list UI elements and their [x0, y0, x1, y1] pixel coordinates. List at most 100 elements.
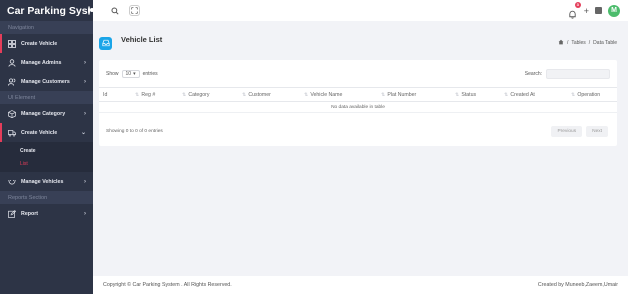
chevron-right-icon: ›: [84, 110, 86, 117]
chevron-right-icon: ›: [84, 210, 86, 217]
sidebar-item-manage-admins[interactable]: Manage Admins ›: [0, 53, 93, 72]
column-header-label: Category: [188, 91, 210, 98]
table-row: No data available in table: [99, 101, 617, 113]
sidebar-item-label: Create Vehicle: [21, 40, 58, 47]
table-header-row: Id ⇅ Reg # ⇅ Category ⇅ Customer ⇅ Vehicle Name ⇅…: [99, 87, 617, 102]
sidebar-item-label: Manage Customers: [21, 78, 70, 85]
section-header-navigation: Navigation: [0, 21, 93, 34]
column-header[interactable]: ⇅ Customer: [238, 87, 300, 102]
sort-icon: ⇅: [242, 91, 247, 98]
sort-icon: ⇅: [571, 91, 576, 98]
pagination: Previous Next: [551, 125, 608, 137]
column-header-label: Plat Number: [387, 91, 417, 98]
search-icon[interactable]: [110, 6, 120, 16]
submenu-item-list[interactable]: List: [0, 157, 93, 170]
search-label: Search:: [524, 71, 542, 77]
sidebar: Car Parking Sys Navigation Create Vehicl…: [0, 0, 94, 294]
table-footer: Showing 0 to 0 of 0 entries Previous Nex…: [106, 125, 608, 137]
submenu-item-create[interactable]: Create: [0, 144, 93, 157]
chevron-right-icon: ›: [84, 178, 86, 185]
vehicle-list-card: Show 10 ▾ entries Search: Id ⇅ Reg # ⇅ Categ…: [99, 60, 617, 146]
sidebar-item-label: Create Vehicle: [21, 129, 58, 136]
column-header-label: Customer: [248, 91, 271, 98]
sort-icon: ⇅: [182, 91, 187, 98]
column-header-label: Status: [461, 91, 477, 98]
column-header[interactable]: ⇅ Created At: [500, 87, 567, 102]
column-header[interactable]: Id: [99, 87, 131, 102]
sort-icon: ⇅: [455, 91, 460, 98]
next-button[interactable]: Next: [586, 125, 608, 137]
entries-label: entries: [142, 71, 158, 77]
smile-icon: [8, 178, 16, 186]
page-title: Vehicle List: [121, 35, 163, 44]
chevron-down-icon: ▾: [133, 71, 136, 77]
home-icon[interactable]: [558, 39, 564, 47]
section-header-ui-element: UI Element: [0, 91, 93, 104]
breadcrumb: / Tables / Data Table: [558, 39, 617, 47]
entries-select-value: 10: [125, 71, 132, 77]
column-header[interactable]: ⇅ Operation: [567, 87, 617, 102]
sort-icon: ⇅: [381, 91, 386, 98]
breadcrumb-tables[interactable]: Tables: [571, 40, 585, 46]
fullscreen-icon[interactable]: [129, 5, 140, 16]
breadcrumb-current: Data Table: [593, 40, 617, 46]
breadcrumb-separator: /: [566, 40, 569, 46]
sort-icon: ⇅: [304, 91, 309, 98]
section-header-reports: Reports Section: [0, 191, 93, 204]
breadcrumb-separator: /: [588, 40, 591, 46]
table-info: Showing 0 to 0 of 0 entries: [106, 128, 163, 134]
entries-select[interactable]: 10 ▾: [121, 70, 140, 78]
sidebar-item-create-vehicle[interactable]: Create Vehicle ⌄: [0, 123, 93, 142]
column-header[interactable]: ⇅ Plat Number: [377, 87, 451, 102]
table-controls: Show 10 ▾ entries Search:: [106, 69, 610, 79]
topbar: 3 + M: [93, 0, 628, 21]
chevron-down-icon: ⌄: [80, 130, 86, 136]
copyright-text: Copyright © Car Parking System . All Rig…: [103, 282, 232, 288]
column-header[interactable]: ⇅ Vehicle Name: [300, 87, 377, 102]
chevron-right-icon: ›: [84, 78, 86, 85]
truck-icon: [8, 129, 16, 137]
sidebar-item-report[interactable]: Report ›: [0, 204, 93, 223]
column-header-label: Vehicle Name: [310, 91, 343, 98]
edit-icon: [8, 209, 16, 218]
avatar[interactable]: M: [608, 4, 620, 17]
column-header-label: Created At: [510, 91, 535, 98]
sidebar-toggle-icon[interactable]: [87, 6, 94, 15]
sidebar-item-manage-category[interactable]: Manage Category ›: [0, 104, 93, 123]
column-header-label: Operation: [577, 91, 601, 98]
search-input[interactable]: [546, 69, 610, 79]
submenu-create-vehicle: Create List: [0, 142, 93, 172]
box-icon: [8, 109, 16, 118]
sort-icon: ⇅: [135, 91, 140, 98]
brand-bar: Car Parking Sys: [0, 0, 94, 21]
notification-bell-icon[interactable]: 3: [568, 1, 581, 19]
users-icon: [8, 77, 16, 86]
page-footer: Copyright © Car Parking System . All Rig…: [93, 276, 628, 294]
add-icon[interactable]: +: [584, 6, 589, 16]
column-header-label: Reg #: [141, 91, 156, 98]
previous-button[interactable]: Previous: [551, 125, 583, 137]
sidebar-item-create-vehicle-top[interactable]: Create Vehicle: [0, 34, 93, 53]
data-table: Id ⇅ Reg # ⇅ Category ⇅ Customer ⇅ Vehicle Name ⇅…: [99, 87, 617, 113]
empty-message: No data available in table: [99, 101, 617, 113]
user-icon: [8, 58, 16, 67]
credit-text: Created by Muneeb,Zaeem,Umair: [537, 282, 618, 288]
chevron-right-icon: ›: [84, 59, 86, 66]
sidebar-item-label: Manage Category: [21, 110, 66, 117]
inbox-icon: [99, 36, 112, 50]
column-header[interactable]: ⇅ Reg #: [131, 87, 178, 102]
apps-icon[interactable]: [595, 7, 602, 14]
column-header[interactable]: ⇅ Status: [451, 87, 500, 102]
sidebar-item-label: Manage Admins: [21, 59, 62, 66]
sidebar-item-manage-customers[interactable]: Manage Customers ›: [0, 72, 93, 91]
sort-icon: ⇅: [504, 91, 509, 98]
show-label: Show: [106, 71, 119, 77]
brand-title: Car Parking Sys: [7, 4, 88, 17]
column-header[interactable]: ⇅ Category: [178, 87, 238, 102]
sidebar-item-label: Manage Vehicles: [21, 178, 64, 185]
sidebar-item-label: Report: [21, 210, 39, 217]
column-header-label: Id: [103, 91, 108, 98]
page-header: Vehicle List / Tables / Data Table: [99, 30, 617, 56]
sidebar-item-manage-vehicles[interactable]: Manage Vehicles ›: [0, 172, 93, 191]
grid-icon: [8, 39, 16, 48]
